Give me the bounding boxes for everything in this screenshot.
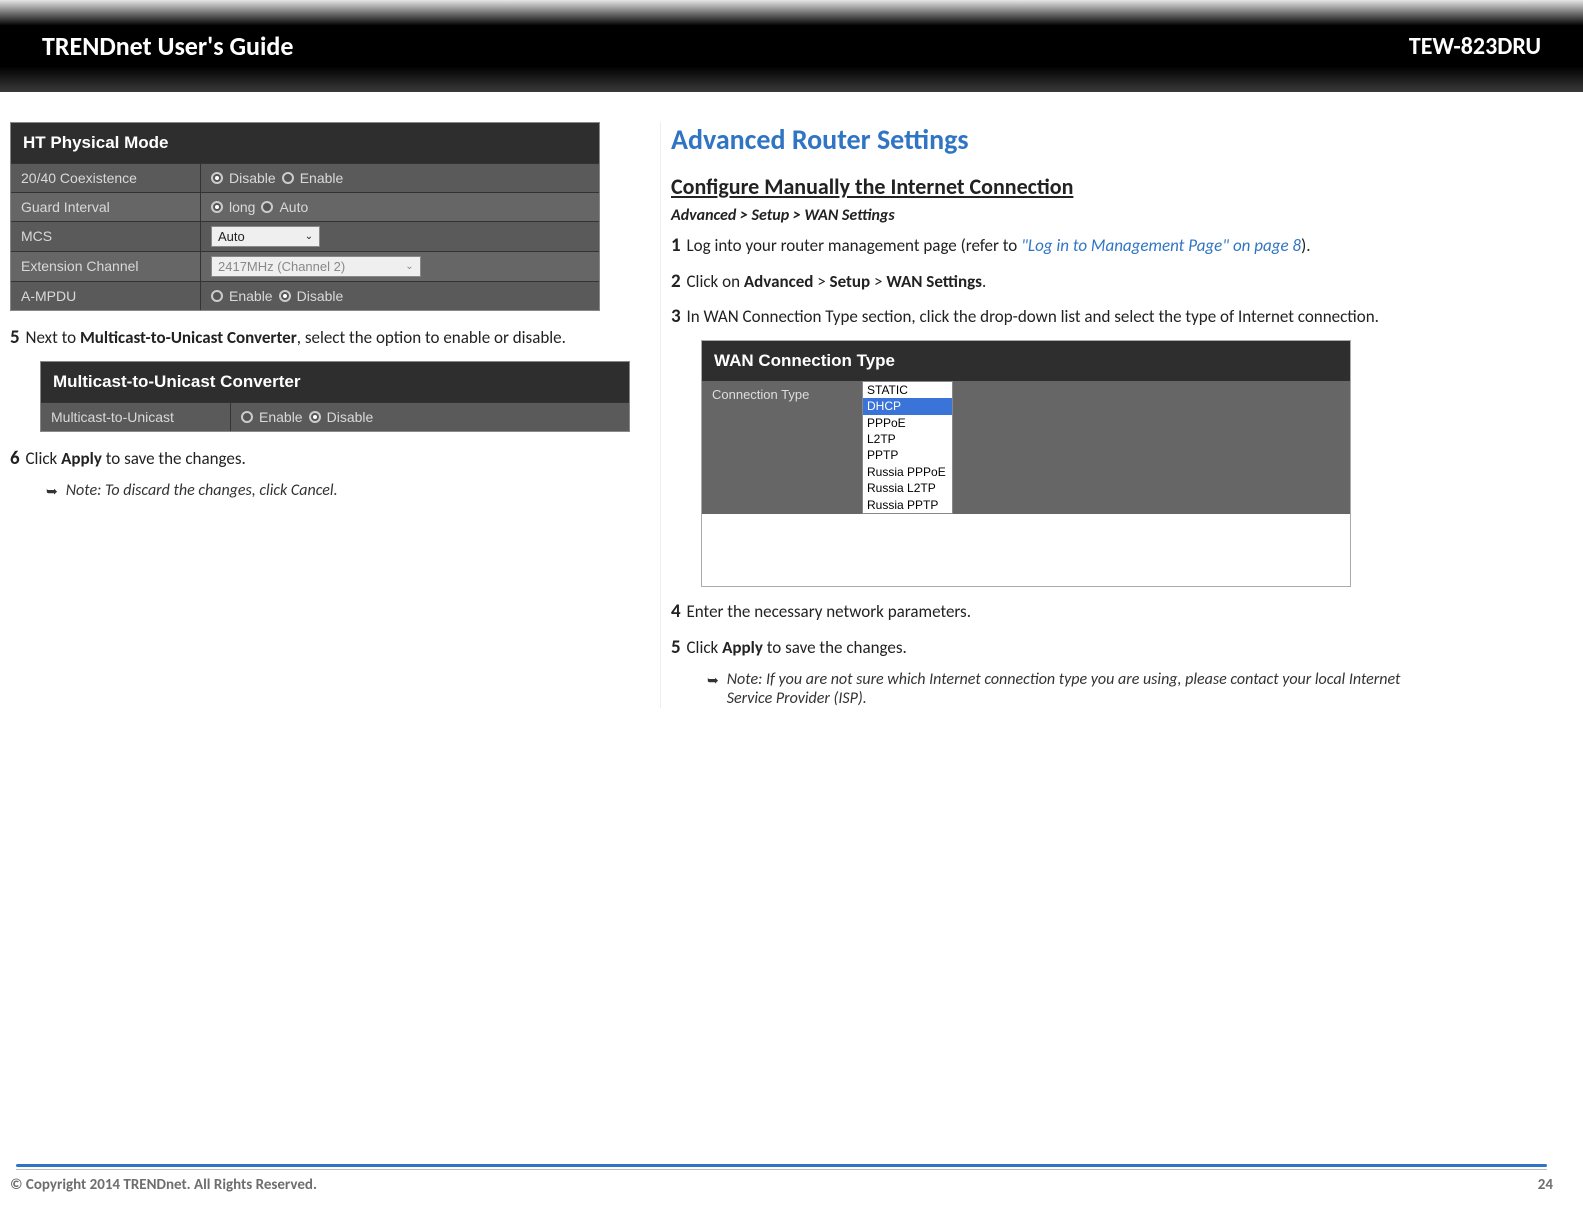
guide-title: TRENDnet User's Guide — [42, 30, 293, 62]
wan-option[interactable]: Russia PPPoE — [863, 464, 952, 480]
right-step-1: 1 Log into your router management page (… — [671, 233, 1440, 259]
extension-channel-label: Extension Channel — [11, 252, 201, 281]
note-bullet-icon: ➥ — [46, 481, 58, 501]
ampdu-enable-radio[interactable] — [211, 290, 223, 302]
footer-rule — [16, 1164, 1547, 1167]
coexistence-disable-radio[interactable] — [211, 172, 223, 184]
page-footer: © Copyright 2014 TRENDnet. All Rights Re… — [0, 1156, 1583, 1216]
extension-channel-value: 2417MHz (Channel 2) — [218, 259, 345, 274]
mcs-select-value: Auto — [218, 229, 245, 244]
multicast-table: Multicast-to-Unicast Converter Multicast… — [40, 361, 630, 432]
note-bullet-icon: ➥ — [707, 670, 719, 708]
ht-physical-mode-table: HT Physical Mode 20/40 Coexistence Disab… — [10, 122, 600, 311]
guard-interval-label: Guard Interval — [11, 193, 201, 221]
note-left-text: Note: To discard the changes, click Canc… — [66, 481, 338, 501]
multicast-enable-radio[interactable] — [241, 411, 253, 423]
left-column: HT Physical Mode 20/40 Coexistence Disab… — [10, 122, 630, 708]
footer-rule-thin — [16, 1169, 1547, 1170]
coexistence-disable-text: Disable — [229, 170, 276, 186]
ampdu-label: A-MPDU — [11, 282, 201, 310]
ht-table-header: HT Physical Mode — [11, 123, 599, 163]
mcs-select[interactable]: Auto ⌄ — [211, 226, 320, 247]
wan-option[interactable]: DHCP — [863, 398, 952, 414]
subsection-heading: Configure Manually the Internet Connecti… — [671, 173, 1440, 200]
wan-table-header: WAN Connection Type — [702, 341, 1350, 381]
multicast-row-label: Multicast-to-Unicast — [41, 403, 231, 431]
right-column: Advanced Router Settings Configure Manua… — [660, 122, 1440, 708]
copyright-text: © Copyright 2014 TRENDnet. All Rights Re… — [10, 1176, 317, 1194]
wan-connection-type-dropdown[interactable]: STATICDHCPPPPoEL2TPPPTPRussia PPPoERussi… — [862, 381, 953, 514]
chevron-down-icon: ⌄ — [405, 261, 413, 272]
ampdu-disable-text: Disable — [297, 288, 344, 304]
step-6: 6 Click Apply to save the changes. — [10, 446, 630, 472]
ampdu-disable-radio[interactable] — [279, 290, 291, 302]
note-right-text: Note: If you are not sure which Internet… — [727, 670, 1440, 708]
section-heading: Advanced Router Settings — [671, 122, 1440, 157]
wan-connection-table: WAN Connection Type Connection Type STAT… — [701, 340, 1351, 587]
wan-option[interactable]: L2TP — [863, 431, 952, 447]
wan-option[interactable]: Russia L2TP — [863, 480, 952, 496]
mcs-label: MCS — [11, 222, 201, 251]
multicast-enable-text: Enable — [259, 409, 303, 425]
coexistence-enable-radio[interactable] — [282, 172, 294, 184]
wan-option[interactable]: PPPoE — [863, 415, 952, 431]
step-5-number: 5 — [10, 326, 20, 349]
extension-channel-select[interactable]: 2417MHz (Channel 2) ⌄ — [211, 256, 421, 277]
page-number: 24 — [1538, 1176, 1553, 1194]
right-step-5: 5 Click Apply to save the changes. — [671, 635, 1440, 661]
multicast-disable-text: Disable — [327, 409, 374, 425]
header-banner: TRENDnet User's Guide TEW-823DRU — [0, 0, 1583, 92]
wan-option[interactable]: STATIC — [863, 382, 952, 398]
wan-blank-area — [702, 514, 1350, 586]
step-5: 5 Next to Multicast-to-Unicast Converter… — [10, 325, 630, 351]
multicast-table-header: Multicast-to-Unicast Converter — [41, 362, 629, 402]
login-page-link[interactable]: "Log in to Management Page" on page 8 — [1021, 235, 1301, 256]
right-step-4: 4 Enter the necessary network parameters… — [671, 599, 1440, 625]
guard-auto-text: Auto — [279, 199, 308, 215]
wan-connection-type-label: Connection Type — [702, 381, 862, 514]
guard-long-text: long — [229, 199, 255, 215]
right-step-2: 2 Click on Advanced > Setup > WAN Settin… — [671, 269, 1440, 295]
step-6-number: 6 — [10, 447, 20, 470]
multicast-disable-radio[interactable] — [309, 411, 321, 423]
guard-auto-radio[interactable] — [261, 201, 273, 213]
coexistence-label: 20/40 Coexistence — [11, 164, 201, 192]
wan-option[interactable]: Russia PPTP — [863, 497, 952, 513]
breadcrumb-path: Advanced > Setup > WAN Settings — [671, 206, 1440, 225]
ampdu-enable-text: Enable — [229, 288, 273, 304]
model-number: TEW-823DRU — [1409, 32, 1541, 61]
right-step-3: 3 In WAN Connection Type section, click … — [671, 304, 1440, 330]
note-left: ➥ Note: To discard the changes, click Ca… — [46, 481, 630, 501]
coexistence-enable-text: Enable — [300, 170, 344, 186]
note-right: ➥ Note: If you are not sure which Intern… — [707, 670, 1440, 708]
chevron-down-icon: ⌄ — [305, 231, 313, 242]
wan-option[interactable]: PPTP — [863, 447, 952, 463]
guard-long-radio[interactable] — [211, 201, 223, 213]
